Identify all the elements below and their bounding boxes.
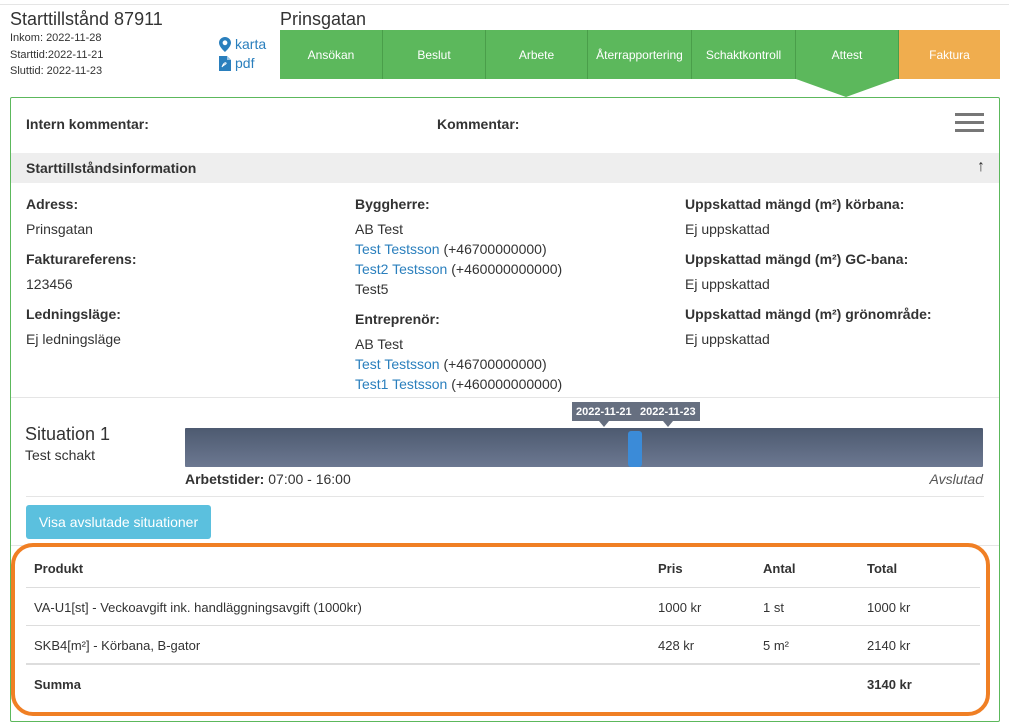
contractor-company: AB Test	[355, 336, 403, 352]
invoice-ref-value: 123456	[26, 276, 73, 292]
situation-title: Situation 1	[25, 424, 111, 444]
product-cell: SKB4[m²] - Körbana, B-gator	[34, 638, 201, 653]
sum-value: 3140 kr	[867, 677, 912, 692]
pdf-link[interactable]: pdf	[219, 54, 266, 73]
road-estimate-label: Uppskattad mängd (m²) körbana:	[685, 196, 905, 212]
info-section-header[interactable]: Starttillståndsinformation ↑	[11, 153, 999, 183]
cycle-estimate-label: Uppskattad mängd (m²) GC-bana:	[685, 251, 909, 267]
step-excavation-control[interactable]: Schaktkontroll	[692, 30, 796, 79]
builder-contact-link[interactable]: Test2 Testsson	[355, 261, 447, 277]
total-cell: 2140 kr	[867, 638, 911, 653]
product-cell: VA-U1[st] - Veckoavgift ink. handläggnin…	[34, 600, 362, 615]
product-header: Produkt	[34, 561, 84, 576]
received-date: Inkom: 2022-11-28	[10, 32, 102, 44]
situation-timeline[interactable]	[185, 428, 983, 467]
step-attest[interactable]: Attest	[796, 30, 899, 79]
document-links: karta pdf	[219, 35, 266, 73]
contractor-contact-phone: (+46700000000)	[439, 356, 547, 372]
green-estimate-label: Uppskattad mängd (m²) grönområde:	[685, 306, 932, 322]
process-steps: Ansökan Beslut Arbete Återrapportering S…	[280, 30, 1000, 79]
product-table: Produkt Pris Antal Total VA-U1[st] - Vec…	[26, 549, 980, 701]
step-reporting[interactable]: Återrapportering	[588, 30, 692, 79]
price-cell: 428 kr	[658, 638, 695, 653]
end-date: Sluttid: 2022-11-23	[10, 65, 103, 77]
table-header-row: Produkt Pris Antal Total	[26, 549, 980, 587]
builder-company: AB Test	[355, 221, 403, 237]
cycle-estimate-value: Ej uppskattad	[685, 276, 770, 292]
price-header: Pris	[658, 561, 683, 576]
street-title: Prinsgatan	[280, 9, 367, 29]
total-header: Total	[867, 561, 898, 576]
quantity-cell: 5 m²	[763, 638, 789, 653]
menu-icon[interactable]	[955, 113, 984, 133]
situation-divider	[26, 496, 984, 497]
step-invoice[interactable]: Faktura	[899, 30, 1000, 79]
map-marker-icon	[219, 37, 231, 52]
table-sum-row: Summa 3140 kr	[26, 663, 980, 701]
permit-dates: Inkom: 2022-11-28 Starttid:2022-11-21 Sl…	[10, 30, 103, 80]
builder-label: Byggherre:	[355, 196, 430, 212]
internal-comment-label: Intern kommentar:	[26, 116, 149, 132]
pdf-link-label: pdf	[235, 55, 255, 71]
show-finished-situations-button[interactable]: Visa avslutade situationer	[26, 505, 211, 539]
timeline-start-label: 2022-11-21	[572, 402, 636, 427]
quantity-header: Antal	[763, 561, 796, 576]
section-divider	[11, 397, 999, 398]
invoice-ref-label: Fakturareferens:	[26, 251, 137, 267]
step-decision[interactable]: Beslut	[383, 30, 486, 79]
top-divider	[0, 4, 1009, 5]
contractor-label: Entreprenör:	[355, 311, 440, 327]
active-step-pointer	[796, 79, 896, 97]
collapse-arrow-icon[interactable]: ↑	[977, 158, 985, 176]
worktimes-value: 07:00 - 16:00	[264, 471, 351, 487]
address-label: Adress:	[26, 196, 79, 212]
info-column-address: Adress: Prinsgatan Fakturareferens: 1234…	[26, 194, 137, 349]
comment-label: Kommentar:	[437, 116, 520, 132]
timeline-end-label: 2022-11-23	[636, 402, 700, 427]
map-link[interactable]: karta	[219, 35, 266, 54]
situation-status: Avslutad	[929, 471, 983, 487]
worktimes: Arbetstider: 07:00 - 16:00	[185, 471, 351, 487]
step-application[interactable]: Ansökan	[280, 30, 383, 79]
timeline-period-marker[interactable]	[628, 431, 642, 467]
table-row: SKB4[m²] - Körbana, B-gator 428 kr 5 m² …	[26, 625, 980, 663]
situation-subtitle: Test schakt	[25, 447, 96, 463]
cable-value: Ej ledningsläge	[26, 331, 121, 347]
quantity-cell: 1 st	[763, 600, 784, 615]
worktimes-label: Arbetstider:	[185, 471, 265, 487]
contractor-contact-link[interactable]: Test1 Testsson	[355, 376, 447, 392]
address-value: Prinsgatan	[26, 221, 93, 237]
info-column-estimates: Uppskattad mängd (m²) körbana: Ej uppska…	[685, 194, 932, 349]
permit-title: Starttillstånd 87911	[10, 9, 163, 29]
total-cell: 1000 kr	[867, 600, 911, 615]
start-date: Starttid:2022-11-21	[10, 48, 104, 61]
builder-contact-phone: (+460000000000)	[447, 261, 563, 277]
table-divider	[11, 545, 999, 546]
cable-label: Ledningsläge:	[26, 306, 121, 322]
builder-contact-link[interactable]: Test Testsson	[355, 241, 440, 257]
contractor-contact-link[interactable]: Test Testsson	[355, 356, 440, 372]
price-cell: 1000 kr	[658, 600, 702, 615]
map-link-label: karta	[235, 36, 267, 52]
contractor-contact-phone: (+460000000000)	[447, 376, 563, 392]
pdf-file-icon	[219, 56, 231, 71]
builder-contact-phone: (+46700000000)	[439, 241, 547, 257]
road-estimate-value: Ej uppskattad	[685, 221, 770, 237]
builder-other: Test5	[355, 281, 389, 297]
table-row: VA-U1[st] - Veckoavgift ink. handläggnin…	[26, 587, 980, 625]
info-column-parties: Byggherre: AB Test Test Testsson (+46700…	[355, 194, 562, 394]
green-estimate-value: Ej uppskattad	[685, 331, 770, 347]
sum-label: Summa	[34, 677, 81, 692]
info-section-title: Starttillståndsinformation	[26, 160, 197, 176]
step-work[interactable]: Arbete	[486, 30, 588, 79]
